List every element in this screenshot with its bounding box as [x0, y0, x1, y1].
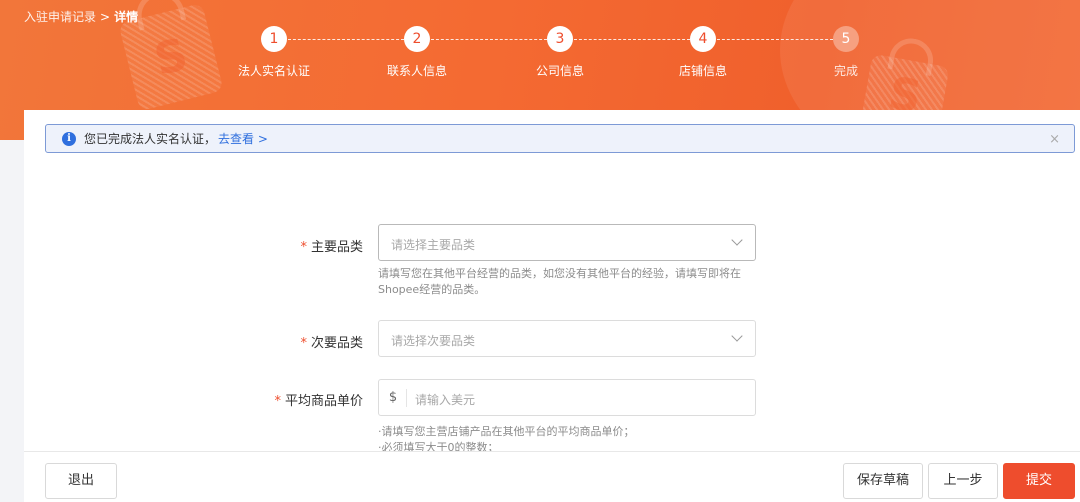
- info-icon: i: [62, 131, 76, 146]
- step-5: 5 完成: [786, 26, 906, 79]
- save-draft-button[interactable]: 保存草稿: [843, 463, 923, 499]
- breadcrumb: 入驻申请记录 > 详情: [24, 8, 138, 25]
- chevron-down-icon: [731, 234, 743, 246]
- chevron-down-icon: [731, 330, 743, 342]
- previous-step-button[interactable]: 上一步: [928, 463, 998, 499]
- primary-category-label: * 主要品类: [300, 240, 363, 255]
- breadcrumb-separator: >: [100, 9, 111, 24]
- dollar-prefix: $: [388, 390, 398, 405]
- step-label: 法人实名认证: [237, 64, 310, 78]
- progress-steps: 1 法人实名认证 2 联系人信息 3 公司信息 4 店铺信息 5 完成: [0, 26, 1080, 86]
- breadcrumb-parent-link[interactable]: 入驻申请记录: [24, 8, 96, 25]
- breadcrumb-current: 详情: [114, 10, 139, 24]
- primary-category-select[interactable]: 请选择主要品类: [378, 224, 756, 261]
- submit-button[interactable]: 提交: [1003, 463, 1075, 499]
- step-label: 店铺信息: [678, 64, 727, 78]
- footer-actions: 退出 保存草稿 上一步 提交: [24, 451, 1080, 502]
- primary-category-hint: 请填写您在其他平台经营的品类，如您没有其他平台的经验，请填写即将在 Shopee…: [378, 267, 741, 296]
- verification-notice: i 您已完成法人实名认证， 去查看 > ×: [45, 124, 1075, 153]
- view-link[interactable]: 去查看 >: [218, 130, 268, 147]
- exit-button[interactable]: 退出: [45, 463, 117, 499]
- avg-price-input[interactable]: $ 请输入美元: [378, 379, 756, 416]
- avg-price-label: * 平均商品单价: [274, 394, 363, 409]
- step-label: 公司信息: [535, 64, 584, 78]
- step-label: 完成: [833, 64, 858, 78]
- secondary-category-label: * 次要品类: [300, 336, 363, 351]
- avg-price-placeholder: 请输入美元: [415, 393, 476, 407]
- required-mark: *: [300, 336, 307, 351]
- secondary-category-select[interactable]: 请选择次要品类: [378, 320, 756, 357]
- secondary-category-placeholder: 请选择次要品类: [391, 334, 476, 348]
- step-1: 1 法人实名认证: [214, 26, 334, 79]
- step-label: 联系人信息: [386, 64, 447, 78]
- close-icon[interactable]: ×: [1049, 132, 1060, 147]
- step-3: 3 公司信息: [500, 26, 620, 79]
- step-2: 2 联系人信息: [357, 26, 477, 79]
- step-number: 1: [261, 26, 287, 52]
- step-4: 4 店铺信息: [643, 26, 763, 79]
- required-mark: *: [300, 240, 307, 255]
- required-mark: *: [274, 394, 281, 409]
- step-number: 3: [547, 26, 573, 52]
- primary-category-placeholder: 请选择主要品类: [391, 238, 476, 252]
- step-number: 5: [833, 26, 859, 52]
- form-card: i 您已完成法人实名认证， 去查看 > × * 主要品类 请选择主要品类 请填写您…: [24, 110, 1080, 502]
- step-number: 2: [404, 26, 430, 52]
- step-number: 4: [690, 26, 716, 52]
- notice-text: 您已完成法人实名认证，: [84, 132, 217, 146]
